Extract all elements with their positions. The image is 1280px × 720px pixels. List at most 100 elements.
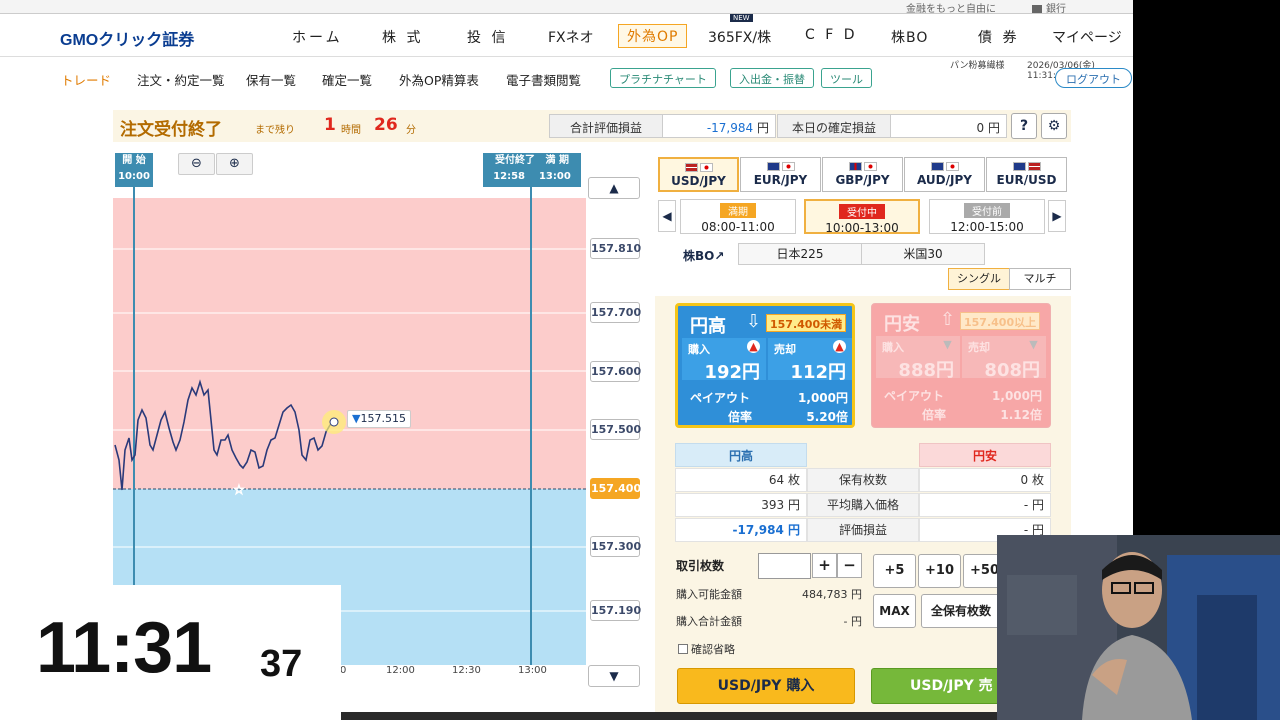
top-strip: 金融をもっと自由に 銀行 — [0, 0, 1133, 15]
tab-label: AUD/JPY — [917, 173, 972, 187]
up-triangle-icon: ▲ — [833, 340, 846, 353]
step-plus10-button[interactable]: +10 — [918, 554, 961, 588]
kabubo-link[interactable]: 株BO↗ — [683, 247, 724, 264]
webcam-image — [997, 535, 1280, 720]
subnav-holdings[interactable]: 保有一覧 — [246, 70, 296, 89]
platinum-chart-button[interactable]: プラチナチャート — [610, 68, 716, 88]
table-cell: 評価損益 — [807, 518, 919, 542]
logo[interactable]: GMOクリック証券 — [60, 26, 194, 50]
table-cell: 393 円 — [675, 493, 807, 517]
qty-minus-button[interactable]: − — [837, 553, 862, 578]
mode-multi-button[interactable]: マルチ — [1009, 268, 1071, 290]
down-triangle-icon: ▼ — [943, 338, 952, 351]
max-button[interactable]: MAX — [873, 594, 916, 628]
tools-button[interactable]: ツール — [821, 68, 872, 88]
nav-cfd[interactable]: C F D — [805, 27, 858, 43]
remaining-hours: 1 — [324, 115, 336, 135]
expiry-flag-time: 13:00 — [538, 171, 571, 182]
hours-unit: 時間 — [341, 125, 361, 136]
trading-page: 金融をもっと自由に 銀行 GMOクリック証券 ホーム 株 式 投 信 FXネオ … — [0, 0, 1133, 720]
tab-gbpjpy[interactable]: GBP/JPY — [822, 157, 903, 192]
y-tick: 157.300 — [590, 536, 641, 557]
dow30-button[interactable]: 米国30 — [861, 243, 985, 265]
y-tick: 157.810 — [590, 238, 641, 259]
nav-kabubo[interactable]: 株BO — [891, 27, 928, 47]
session-next-button[interactable]: ▶ — [1048, 200, 1066, 232]
buy-value: 192円 — [704, 362, 760, 383]
clock-overlay: 11:31 37 — [0, 585, 341, 720]
zoom-out-icon[interactable]: ⊖ — [178, 153, 215, 175]
nav-fx-option[interactable]: 外為OP — [618, 24, 688, 48]
subnav-orders[interactable]: 注文・約定一覧 — [137, 70, 225, 89]
nav-mypage[interactable]: マイページ — [1052, 27, 1122, 47]
card-title: 円高 — [690, 316, 726, 337]
card-buy-price[interactable]: 購入 ▼ 888円 — [876, 336, 960, 381]
subnav-documents[interactable]: 電子書類閲覧 — [506, 70, 581, 89]
clock-seconds: 37 — [260, 643, 303, 685]
subnav-statement[interactable]: 外為OP精算表 — [399, 70, 479, 89]
last-price-dot — [329, 417, 339, 427]
table-cell: 保有枚数 — [807, 468, 919, 492]
y-tick: 157.190 — [590, 600, 641, 621]
all-holdings-button[interactable]: 全保有枚数 — [921, 594, 1001, 628]
step-plus5-button[interactable]: +5 — [873, 554, 916, 588]
x-tick: 12:00 — [386, 665, 415, 676]
scroll-up-button[interactable]: ▲ — [588, 177, 640, 199]
card-sell-price[interactable]: 売却 ▲ 112円 — [768, 338, 852, 383]
today-pl-value: 0 円 — [890, 114, 1007, 138]
tab-audjpy[interactable]: AUD/JPY — [904, 157, 985, 192]
qty-plus-button[interactable]: + — [812, 553, 837, 578]
rate-value: 1.12倍 — [1000, 408, 1042, 422]
flags-icon — [905, 162, 984, 172]
end-flag: 受付終了 満 期 12:58 13:00 — [483, 153, 581, 187]
gear-icon[interactable]: ⚙ — [1041, 113, 1067, 139]
sub-nav: トレード 注文・約定一覧 保有一覧 確定一覧 外為OP精算表 電子書類閲覧 プラ… — [0, 58, 1133, 98]
sell-value: 808円 — [984, 360, 1040, 381]
session-expired[interactable]: 満期 08:00-11:00 — [680, 199, 796, 234]
nav-stocks[interactable]: 株 式 — [382, 27, 423, 47]
today-pl-label: 本日の確定損益 — [777, 114, 891, 138]
tab-eurusd[interactable]: EUR/USD — [986, 157, 1067, 192]
payout-value: 1,000円 — [798, 391, 848, 405]
nav-fxneo[interactable]: FXネオ — [548, 27, 594, 47]
help-icon[interactable]: ? — [1011, 113, 1037, 139]
session-time: 10:00-13:00 — [825, 221, 899, 235]
yen-strong-card[interactable]: 円高 ⇩ 157.400未満 購入 ▲ 192円 売却 ▲ 112円 ペイアウト… — [675, 303, 855, 428]
card-sell-price[interactable]: 売却 ▼ 808円 — [962, 336, 1046, 381]
nikkei225-button[interactable]: 日本225 — [738, 243, 862, 265]
session-open[interactable]: 受付中 10:00-13:00 — [804, 199, 920, 235]
total-pl-unit: 円 — [756, 121, 769, 135]
deposit-button[interactable]: 入出金・振替 — [730, 68, 814, 88]
session-upcoming[interactable]: 受付前 12:00-15:00 — [929, 199, 1045, 234]
skip-confirm-checkbox[interactable]: 確認省略 — [678, 641, 735, 657]
qty-input[interactable] — [758, 553, 811, 579]
y-tick: 157.700 — [590, 302, 641, 323]
session-time: 12:00-15:00 — [950, 220, 1024, 234]
start-flag: 開 始 10:00 — [115, 153, 153, 187]
available-value: 484,783 円 — [802, 588, 862, 601]
bank-link[interactable]: 銀行 — [1032, 0, 1066, 15]
y-tick: 157.600 — [590, 361, 641, 382]
tab-usdjpy[interactable]: USD/JPY — [658, 157, 739, 192]
tab-eurjpy[interactable]: EUR/JPY — [740, 157, 821, 192]
total-pl-value: -17,984 円 — [662, 114, 776, 138]
logout-button[interactable]: ログアウト — [1055, 68, 1132, 88]
card-buy-price[interactable]: 購入 ▲ 192円 — [682, 338, 766, 383]
zoom-in-icon[interactable]: ⊕ — [216, 153, 253, 175]
subnav-trade[interactable]: トレード — [61, 70, 111, 89]
flags-icon — [823, 162, 902, 172]
nav-home[interactable]: ホーム — [292, 27, 343, 47]
session-prev-button[interactable]: ◀ — [658, 200, 676, 232]
flags-icon — [987, 162, 1066, 172]
mode-single-button[interactable]: シングル — [948, 268, 1010, 290]
tagline-link[interactable]: 金融をもっと自由に — [906, 0, 996, 15]
session-badge: 受付前 — [964, 203, 1010, 218]
nav-365fx[interactable]: 365FX/株 — [708, 27, 771, 47]
bank-label: 銀行 — [1046, 4, 1066, 15]
buy-order-button[interactable]: USD/JPY 購入 — [677, 668, 855, 704]
nav-bonds[interactable]: 債 券 — [978, 27, 1019, 47]
nav-funds[interactable]: 投 信 — [467, 27, 508, 47]
scroll-down-button[interactable]: ▼ — [588, 665, 640, 687]
yen-weak-card[interactable]: 円安 ⇧ 157.400以上 購入 ▼ 888円 売却 ▼ 808円 ペイアウト… — [871, 303, 1051, 428]
subnav-settled[interactable]: 確定一覧 — [322, 70, 372, 89]
